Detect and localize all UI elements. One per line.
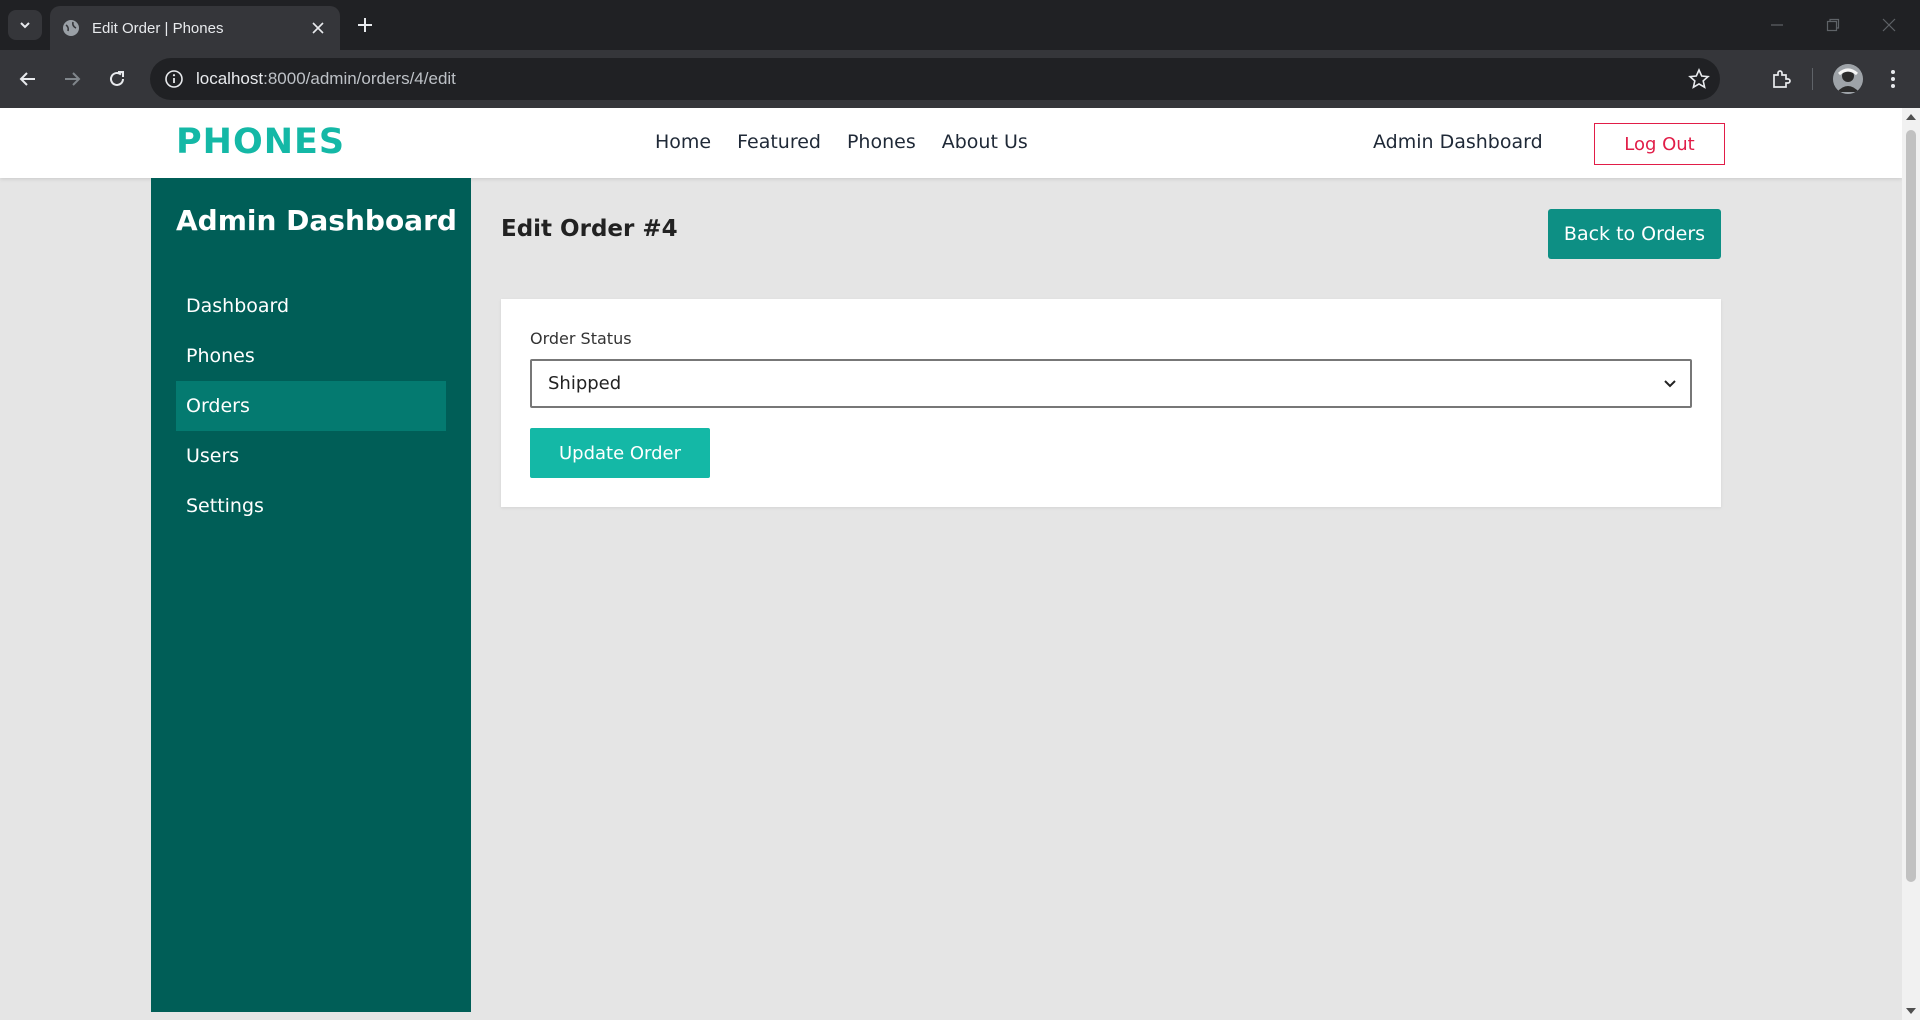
browser-menu-button[interactable]	[1878, 64, 1908, 94]
plus-icon	[358, 18, 372, 32]
logout-button[interactable]: Log Out	[1594, 123, 1725, 165]
page-scrollbar[interactable]	[1902, 108, 1920, 1020]
nav-link-phones[interactable]: Phones	[847, 131, 916, 153]
admin-sidebar: Admin Dashboard Dashboard Phones Orders …	[151, 178, 471, 1012]
edit-order-form: Order Status Shipped Update Order	[501, 299, 1721, 507]
browser-tab[interactable]: Edit Order | Phones	[50, 6, 340, 50]
address-bar[interactable]: localhost:8000/admin/orders/4/edit	[150, 58, 1720, 100]
toolbar-divider	[1812, 68, 1813, 90]
arrow-left-icon	[19, 72, 35, 86]
back-nav-button[interactable]	[12, 63, 44, 95]
page-title: Edit Order #4	[501, 216, 678, 242]
site-header: PHONES Home Featured Phones About Us Adm…	[0, 108, 1902, 178]
sidebar-item-settings[interactable]: Settings	[176, 481, 446, 531]
nav-link-about-us[interactable]: About Us	[942, 131, 1028, 153]
reload-icon	[110, 71, 124, 86]
back-to-orders-button[interactable]: Back to Orders	[1548, 209, 1721, 259]
sidebar-title: Admin Dashboard	[176, 204, 457, 237]
order-status-value: Shipped	[548, 373, 622, 394]
extensions-button[interactable]	[1766, 64, 1796, 94]
minimize-icon	[1771, 24, 1783, 26]
more-vertical-icon	[1891, 70, 1895, 88]
restore-button[interactable]	[1820, 12, 1846, 38]
nav-link-featured[interactable]: Featured	[737, 131, 821, 153]
new-tab-button[interactable]	[352, 12, 378, 38]
main-nav: Home Featured Phones About Us	[655, 131, 1028, 153]
tab-list-button[interactable]	[8, 10, 42, 40]
scroll-up-arrow-icon[interactable]	[1906, 114, 1916, 120]
tab-title: Edit Order | Phones	[92, 19, 224, 37]
update-order-button[interactable]: Update Order	[530, 428, 710, 478]
close-icon	[1882, 18, 1896, 32]
globe-icon	[63, 20, 79, 36]
forward-nav-button[interactable]	[56, 63, 88, 95]
scrollbar-thumb[interactable]	[1906, 130, 1916, 882]
sidebar-item-users[interactable]: Users	[176, 431, 446, 481]
sidebar-item-dashboard[interactable]: Dashboard	[176, 281, 446, 331]
scroll-down-arrow-icon[interactable]	[1906, 1008, 1916, 1014]
browser-toolbar: localhost:8000/admin/orders/4/edit	[0, 50, 1920, 108]
nav-link-home[interactable]: Home	[655, 131, 711, 153]
restore-icon	[1826, 18, 1840, 32]
sidebar-item-orders[interactable]: Orders	[176, 381, 446, 431]
minimize-button[interactable]	[1764, 12, 1790, 38]
info-icon[interactable]	[164, 69, 184, 89]
avatar-icon	[1833, 64, 1863, 94]
arrow-right-icon	[65, 72, 81, 86]
reload-button[interactable]	[101, 63, 133, 95]
chevron-down-icon	[1664, 380, 1676, 388]
puzzle-icon	[1773, 70, 1791, 88]
brand-logo[interactable]: PHONES	[176, 122, 345, 162]
order-status-select[interactable]: Shipped	[530, 359, 1692, 408]
close-tab-icon[interactable]	[308, 18, 328, 38]
browser-tabstrip: Edit Order | Phones	[0, 0, 1920, 50]
close-window-button[interactable]	[1876, 12, 1902, 38]
bookmark-star-icon[interactable]	[1688, 68, 1710, 90]
chevron-down-icon	[20, 22, 30, 29]
order-status-label: Order Status	[530, 329, 632, 348]
profile-avatar[interactable]	[1833, 64, 1863, 94]
sidebar-item-phones[interactable]: Phones	[176, 331, 446, 381]
admin-dashboard-link[interactable]: Admin Dashboard	[1373, 131, 1543, 153]
page-viewport: PHONES Home Featured Phones About Us Adm…	[0, 108, 1902, 1020]
url-text: localhost:8000/admin/orders/4/edit	[196, 69, 456, 88]
